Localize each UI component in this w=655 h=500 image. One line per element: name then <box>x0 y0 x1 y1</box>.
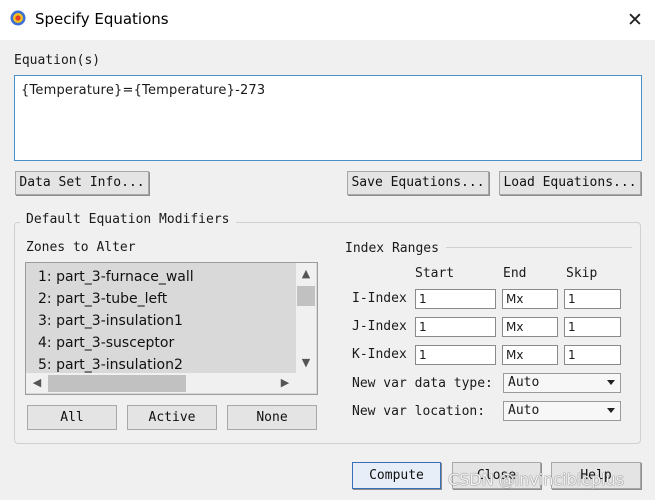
k-index-skip-field[interactable]: 1 <box>564 345 621 365</box>
i-index-skip-field[interactable]: 1 <box>564 289 621 309</box>
equations-textarea[interactable]: {Temperature}={Temperature}-273 <box>14 75 642 161</box>
save-equations-button[interactable]: Save Equations... <box>347 171 489 195</box>
tecplot-app-icon <box>10 10 26 26</box>
compute-button[interactable]: Compute <box>352 462 441 489</box>
equation-modifiers-label: Default Equation Modifiers <box>20 212 236 227</box>
j-index-skip-field[interactable]: 1 <box>564 317 621 337</box>
new-var-location-label: New var location: <box>352 404 486 419</box>
vertical-scroll-thumb[interactable] <box>297 286 315 306</box>
data-set-info-button[interactable]: Data Set Info... <box>15 171 149 195</box>
title-bar: Specify Equations ✕ <box>0 0 655 40</box>
select-active-button[interactable]: Active <box>127 405 217 430</box>
chevron-down-icon <box>607 408 615 413</box>
zone-item-4[interactable]: 4: part_3-susceptor <box>38 332 174 354</box>
index-ranges-divider <box>446 247 632 248</box>
scroll-up-icon[interactable]: ▲ <box>299 268 313 280</box>
window-title: Specify Equations <box>35 10 169 28</box>
k-index-label: K-Index <box>352 347 407 362</box>
j-index-end-field[interactable]: Mx <box>502 317 558 337</box>
column-skip-header: Skip <box>566 266 598 281</box>
chevron-down-icon <box>607 380 615 385</box>
scroll-right-icon[interactable]: ▶ <box>278 377 292 389</box>
scroll-down-icon[interactable]: ▼ <box>299 357 313 369</box>
j-index-label: J-Index <box>352 319 407 334</box>
scroll-left-icon[interactable]: ◀ <box>30 377 44 389</box>
zone-item-2[interactable]: 2: part_3-tube_left <box>38 288 167 310</box>
equations-label: Equation(s) <box>14 53 101 68</box>
k-index-start-field[interactable]: 1 <box>415 345 496 365</box>
i-index-start-field[interactable]: 1 <box>415 289 496 309</box>
index-ranges-label: Index Ranges <box>345 241 439 256</box>
new-var-type-label: New var data type: <box>352 376 493 391</box>
load-equations-button[interactable]: Load Equations... <box>499 171 641 195</box>
new-var-type-dropdown[interactable]: Auto <box>503 373 621 393</box>
new-var-location-value: Auto <box>508 403 540 418</box>
column-end-header: End <box>503 266 527 281</box>
new-var-location-dropdown[interactable]: Auto <box>503 401 621 421</box>
close-icon[interactable]: ✕ <box>622 8 648 32</box>
i-index-end-field[interactable]: Mx <box>502 289 558 309</box>
zone-item-1[interactable]: 1: part_3-furnace_wall <box>38 266 194 288</box>
j-index-start-field[interactable]: 1 <box>415 317 496 337</box>
k-index-end-field[interactable]: Mx <box>502 345 558 365</box>
watermark-text: CSDN @invincibleplus <box>448 470 625 489</box>
select-all-button[interactable]: All <box>27 405 117 430</box>
zone-item-3[interactable]: 3: part_3-insulation1 <box>38 310 183 332</box>
horizontal-scroll-thumb[interactable] <box>48 375 186 392</box>
new-var-type-value: Auto <box>508 375 540 390</box>
zones-label: Zones to Alter <box>26 240 136 255</box>
i-index-label: I-Index <box>352 291 407 306</box>
column-start-header: Start <box>415 266 455 281</box>
equations-text: {Temperature}={Temperature}-273 <box>21 83 266 98</box>
select-none-button[interactable]: None <box>227 405 317 430</box>
